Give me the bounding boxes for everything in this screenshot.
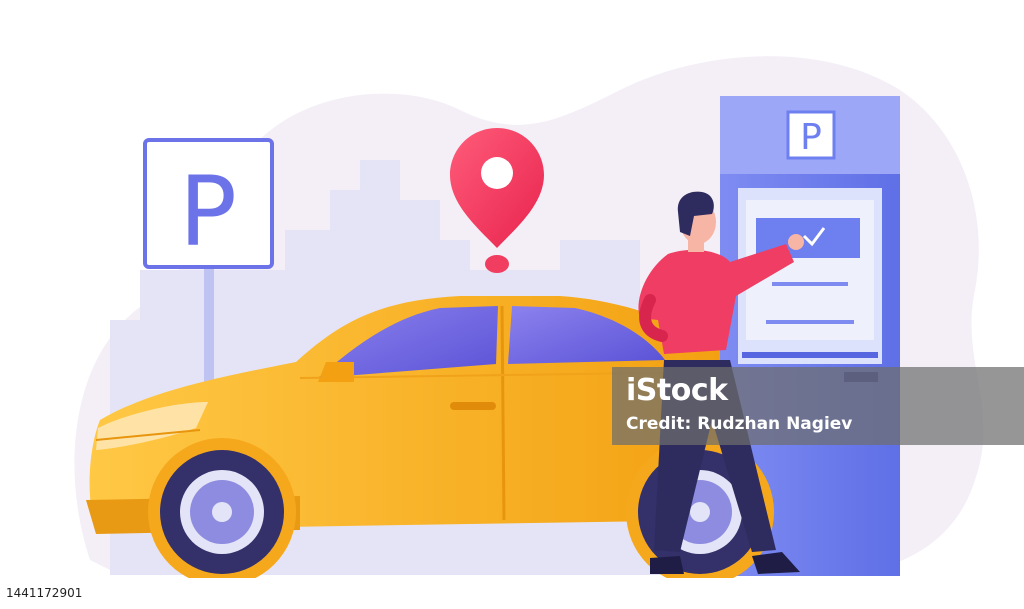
kiosk-parking-letter: P xyxy=(800,117,822,158)
parking-sign-letter: P xyxy=(179,156,237,268)
stock-watermark: iStock Credit: Rudzhan Nagiev xyxy=(612,367,1024,445)
image-id-bar: 1441172901 xyxy=(0,578,1024,609)
image-id: 1441172901 xyxy=(6,586,83,600)
istock-logo: iStock xyxy=(626,373,728,408)
parking-illustration: P P xyxy=(74,56,984,586)
watermark-credit: Credit: Rudzhan Nagiev xyxy=(626,414,853,434)
